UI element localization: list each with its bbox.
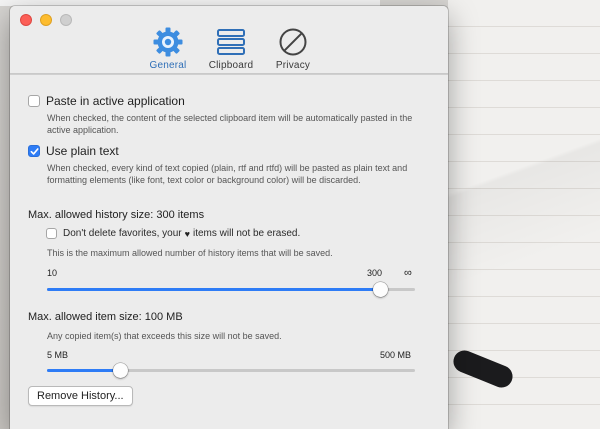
history-slider-knob[interactable]: [372, 282, 388, 297]
plain-text-row[interactable]: Use plain text: [28, 144, 119, 158]
minimize-button[interactable]: [40, 14, 52, 26]
keep-favorites-row[interactable]: Don't delete favorites, your ♥ items wil…: [46, 228, 300, 239]
plain-text-description: When checked, every kind of text copied …: [47, 163, 408, 185]
history-size-heading: Max. allowed history size: 300 items: [28, 209, 205, 221]
toolbar-accent-line: [10, 73, 448, 74]
tab-general-label: General: [149, 60, 187, 71]
history-value-label: 300: [367, 268, 383, 278]
history-size-slider[interactable]: [47, 282, 415, 297]
preferences-window: General Clipboard Privacy Paste in activ…: [10, 6, 448, 429]
keep-favorites-checkbox[interactable]: [46, 228, 57, 239]
history-max-label: ∞: [404, 267, 412, 279]
zoom-button[interactable]: [60, 14, 72, 26]
item-size-min-label: 5 MB: [47, 350, 69, 360]
general-pane: Paste in active application When checked…: [10, 75, 448, 429]
item-size-slider-knob[interactable]: [113, 363, 129, 378]
history-slider-fill: [47, 288, 381, 291]
item-size-max-label: 500 MB: [380, 350, 412, 360]
window-controls: [20, 14, 72, 26]
gear-icon: [137, 26, 199, 58]
history-size-note: This is the maximum allowed number of hi…: [47, 248, 333, 258]
keep-favorites-suffix: items will not be erased.: [192, 228, 301, 239]
prohibited-icon: [262, 26, 324, 58]
tab-privacy-label: Privacy: [275, 60, 311, 71]
plain-text-checkbox[interactable]: [28, 145, 40, 157]
item-size-note: Any copied item(s) that exceeds this siz…: [47, 331, 282, 341]
item-size-slider-fill: [47, 369, 121, 372]
remove-history-button[interactable]: Remove History...: [28, 386, 133, 406]
tab-general[interactable]: General: [137, 26, 199, 71]
tab-privacy[interactable]: Privacy: [262, 26, 324, 71]
item-size-slider[interactable]: [47, 363, 415, 378]
keep-favorites-prefix: Don't delete favorites, your: [63, 228, 182, 239]
close-button[interactable]: [20, 14, 32, 26]
tab-clipboard-label: Clipboard: [208, 60, 254, 71]
paste-active-row[interactable]: Paste in active application: [28, 94, 185, 108]
tab-clipboard[interactable]: Clipboard: [200, 26, 262, 71]
paste-active-label: Paste in active application: [46, 94, 185, 108]
item-size-heading: Max. allowed item size: 100 MB: [28, 311, 183, 323]
checkmark-icon: [30, 147, 39, 155]
preferences-toolbar: General Clipboard Privacy: [10, 6, 448, 75]
plain-text-label: Use plain text: [46, 144, 119, 158]
clipboard-lines-icon: [200, 26, 262, 58]
paste-active-description: When checked, the content of the selecte…: [47, 113, 413, 135]
heart-icon: ♥: [184, 228, 190, 239]
history-min-label: 10: [47, 268, 58, 278]
paste-active-checkbox[interactable]: [28, 95, 40, 107]
